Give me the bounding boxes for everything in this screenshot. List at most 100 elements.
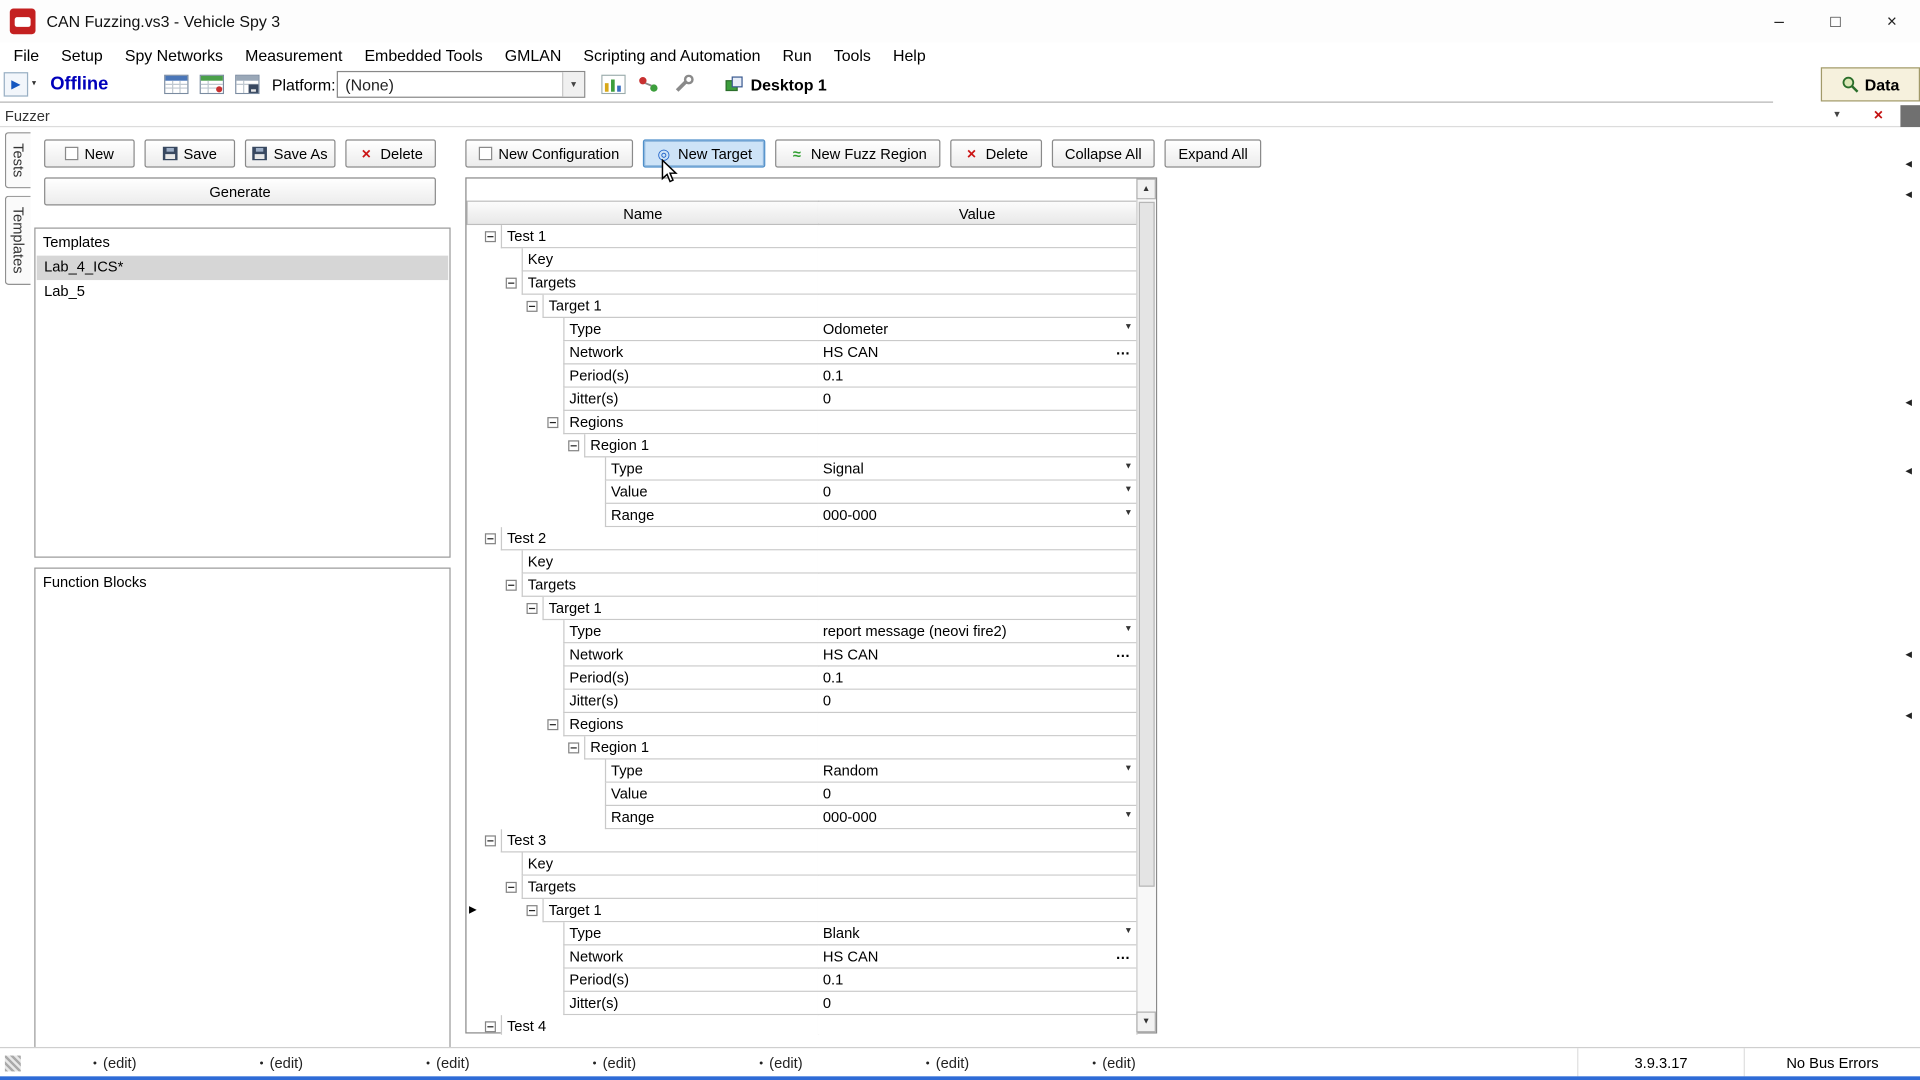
grid-value-cell[interactable] [818,225,1138,248]
grid-value-cell[interactable]: 0.1 [818,667,1138,690]
graphical-panels-button[interactable] [598,70,630,98]
collapse-toggle-icon[interactable] [485,835,496,846]
platform-select[interactable]: (None) ▼ [337,71,586,98]
status-edit-4[interactable]: •(edit) [593,1048,760,1076]
grid-name-cell[interactable]: Value [605,481,819,504]
messages-grid-button[interactable] [196,70,228,98]
grid-name-cell[interactable]: Target 1 [542,597,819,620]
button-delete[interactable]: ×Delete [345,139,436,167]
button-save[interactable]: Save [144,139,235,167]
grid-value-cell[interactable] [818,597,1138,620]
collapse-toggle-icon[interactable] [568,440,579,451]
ellipsis-button[interactable]: … [1116,945,1132,962]
grid-value-cell[interactable] [818,1015,1138,1035]
grid-name-cell[interactable]: Key [522,550,820,573]
tab-desktop-1[interactable]: Desktop 1 [715,68,836,100]
grid-value-cell[interactable] [818,736,1138,759]
grid-name-cell[interactable]: Regions [563,713,819,736]
grid-name-cell[interactable]: Targets [522,876,820,899]
tab-templates[interactable]: Templates [5,196,31,285]
grid-name-cell[interactable]: Region 1 [584,736,819,759]
grid-value-cell[interactable] [818,527,1138,550]
grid-name-cell[interactable]: Test 4 [501,1015,819,1035]
status-edit-2[interactable]: •(edit) [260,1048,427,1076]
collapse-toggle-icon[interactable] [527,905,538,916]
status-edit-1[interactable]: •(edit) [93,1048,260,1076]
grid-value-cell[interactable] [818,574,1138,597]
data-tab[interactable]: Data [1821,67,1920,101]
menu-tools[interactable]: Tools [823,43,882,69]
grid-value-cell[interactable] [818,853,1138,876]
collapse-toggle-icon[interactable] [527,301,538,312]
maximize-button[interactable]: □ [1807,0,1863,42]
save-setup-grid-button[interactable] [231,70,263,98]
grid-name-cell[interactable]: Key [522,853,820,876]
collapse-toggle-icon[interactable] [506,882,517,893]
grid-value-cell[interactable]: Odometer▼ [818,318,1138,341]
grid-value-cell[interactable] [818,829,1138,852]
grid-value-cell[interactable]: HS CAN… [818,945,1138,968]
grid-name-cell[interactable]: Network [563,341,819,364]
collapse-toggle-icon[interactable] [485,1021,496,1032]
run-play-button[interactable]: ▶ [4,72,28,96]
grid-name-cell[interactable]: Target 1 [542,295,819,318]
collapse-toggle-icon[interactable] [547,417,558,428]
status-edit-6[interactable]: •(edit) [926,1048,1093,1076]
scroll-down-button[interactable]: ▼ [1136,1012,1156,1033]
grid-name-cell[interactable]: Network [563,945,819,968]
status-edit-5[interactable]: •(edit) [759,1048,926,1076]
grid-name-cell[interactable]: Type [563,922,819,945]
grid-value-cell[interactable]: 0 [818,992,1138,1015]
column-header-value[interactable]: Value [818,201,1138,225]
close-button[interactable]: × [1864,0,1920,42]
grid-name-cell[interactable]: Type [563,620,819,643]
grid-value-cell[interactable] [818,876,1138,899]
button-delete[interactable]: ×Delete [950,139,1041,167]
platform-dropdown-arrow-icon[interactable]: ▼ [562,72,584,96]
button-collapse-all[interactable]: Collapse All [1051,139,1155,167]
grid-value-cell[interactable]: 0.1 [818,969,1138,992]
menu-scripting-and-automation[interactable]: Scripting and Automation [572,43,771,69]
menu-gmlan[interactable]: GMLAN [494,43,573,69]
ellipsis-button[interactable]: … [1116,341,1132,358]
scroll-up-button[interactable]: ▲ [1136,179,1156,200]
grid-name-cell[interactable]: Jitter(s) [563,690,819,713]
dropdown-arrow-icon[interactable]: ▼ [1124,764,1132,773]
collapse-toggle-icon[interactable] [506,580,517,591]
grid-value-cell[interactable] [818,295,1138,318]
grid-name-cell[interactable]: Targets [522,272,820,295]
status-edit-3[interactable]: •(edit) [426,1048,593,1076]
grid-name-cell[interactable]: Value [605,783,819,806]
dropdown-arrow-icon[interactable]: ▼ [1124,509,1132,518]
grid-value-cell[interactable]: 0 [818,690,1138,713]
button-new[interactable]: New [44,139,135,167]
button-new-fuzz-region[interactable]: ≈New Fuzz Region [775,139,940,167]
grid-value-cell[interactable]: 0 [818,783,1138,806]
button-new-configuration[interactable]: New Configuration [465,139,632,167]
dropdown-arrow-icon[interactable]: ▼ [1124,927,1132,936]
grid-name-cell[interactable]: Test 3 [501,829,819,852]
grid-name-cell[interactable]: Network [563,643,819,666]
function-blocks-button[interactable] [633,70,665,98]
grid-value-cell[interactable] [818,411,1138,434]
spy-networks-grid-button[interactable] [160,70,192,98]
grid-name-cell[interactable]: Range [605,806,819,829]
menu-help[interactable]: Help [882,43,937,69]
dropdown-arrow-icon[interactable]: ▼ [1124,811,1132,820]
collapse-toggle-icon[interactable] [547,719,558,730]
grid-name-cell[interactable]: Test 2 [501,527,819,550]
grid-name-cell[interactable]: Range [605,504,819,527]
grid-value-cell[interactable]: HS CAN… [818,643,1138,666]
dropdown-arrow-icon[interactable]: ▼ [1124,462,1132,471]
grid-value-cell[interactable] [818,899,1138,922]
grid-value-cell[interactable]: 0.1 [818,364,1138,387]
dock-left-arrow-icon[interactable]: ◀ [1905,466,1912,476]
grid-name-cell[interactable]: Region 1 [584,434,819,457]
dropdown-arrow-icon[interactable]: ▼ [1124,486,1132,495]
grid-value-cell[interactable]: 0 [818,388,1138,411]
grid-value-cell[interactable] [818,272,1138,295]
menu-spy-networks[interactable]: Spy Networks [114,43,234,69]
button-save-as[interactable]: Save As [245,139,336,167]
collapse-toggle-icon[interactable] [485,533,496,544]
collapse-toggle-icon[interactable] [485,231,496,242]
